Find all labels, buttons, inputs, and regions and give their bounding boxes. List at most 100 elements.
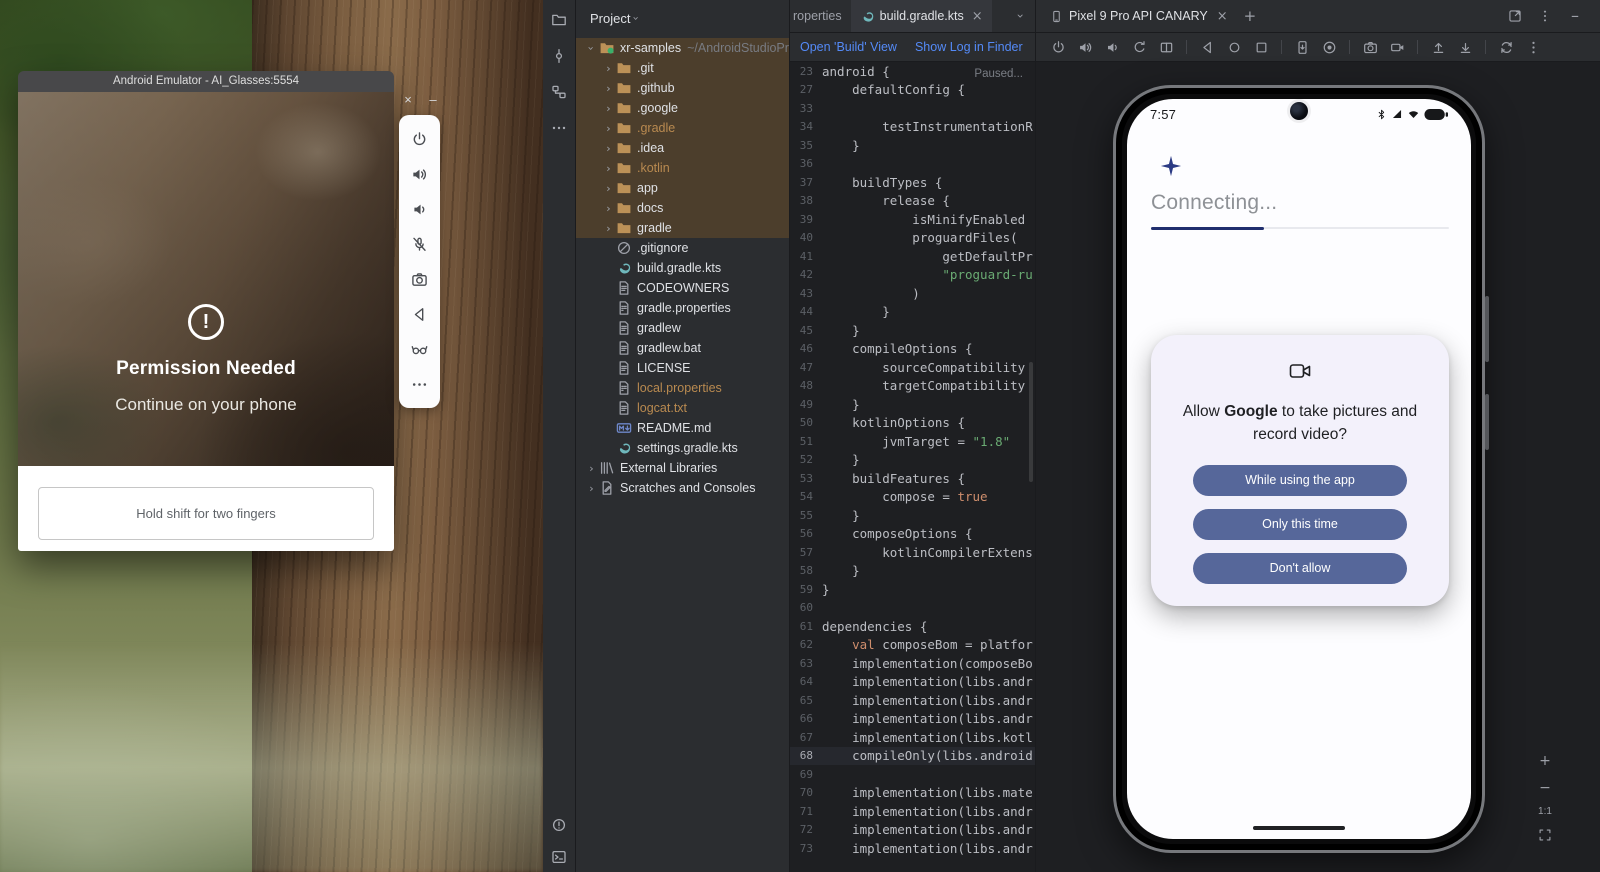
- rotate-button[interactable]: [1129, 37, 1149, 57]
- tree-item--git[interactable]: ›.git: [576, 58, 789, 78]
- tree-item-app[interactable]: ›app: [576, 178, 789, 198]
- power-button[interactable]: [1048, 37, 1068, 57]
- fold-button[interactable]: [1156, 37, 1176, 57]
- open-build-view-link[interactable]: Open 'Build' View: [800, 40, 897, 54]
- chevron-down-icon[interactable]: ›: [584, 43, 599, 54]
- camera-photo-button[interactable]: [408, 267, 432, 291]
- minimize-button[interactable]: –: [1566, 7, 1584, 25]
- dialog-button-don-t-allow[interactable]: Don't allow: [1193, 553, 1407, 584]
- code-line: 48 targetCompatibility: [790, 377, 1035, 396]
- tree-item-codeowners[interactable]: CODEOWNERS: [576, 278, 789, 298]
- volume-down-button[interactable]: [1102, 37, 1122, 57]
- chevron-down-icon[interactable]: ›: [631, 16, 642, 20]
- glasses-button[interactable]: [408, 337, 432, 361]
- minimize-icon[interactable]: –: [426, 92, 440, 107]
- home-button[interactable]: [1224, 37, 1244, 57]
- close-icon[interactable]: ×: [401, 92, 415, 107]
- tree-item-logcat-txt[interactable]: logcat.txt: [576, 398, 789, 418]
- chevron-right-icon[interactable]: ›: [601, 183, 616, 194]
- emulator-title-bar[interactable]: Android Emulator - AI_Glasses:5554: [18, 71, 394, 92]
- vcs-commit-button[interactable]: [548, 45, 570, 67]
- upload-button[interactable]: [1428, 37, 1448, 57]
- tree-item--gitignore[interactable]: .gitignore: [576, 238, 789, 258]
- tree-item-docs[interactable]: ›docs: [576, 198, 789, 218]
- tree-item--google[interactable]: ›.google: [576, 98, 789, 118]
- tree-item-xr-samples[interactable]: ›xr-samples~/AndroidStudioProj: [576, 38, 789, 58]
- show-log-in-finder-link[interactable]: Show Log in Finder: [915, 40, 1023, 54]
- emulator-window: Android Emulator - AI_Glasses:5554 ! Per…: [18, 71, 394, 551]
- phone-screen[interactable]: 7:57 Connecting... Allow Google to take …: [1127, 99, 1471, 839]
- chevron-right-icon[interactable]: ›: [601, 223, 616, 234]
- tree-item-local-properties[interactable]: local.properties: [576, 378, 789, 398]
- more-horiz-button[interactable]: [548, 117, 570, 139]
- problems-button[interactable]: [548, 814, 570, 836]
- minus-button[interactable]: −: [1536, 779, 1554, 797]
- volume-up-button[interactable]: [408, 162, 432, 186]
- gesture-bar[interactable]: [1253, 826, 1345, 830]
- tree-item-gradlew-bat[interactable]: gradlew.bat: [576, 338, 789, 358]
- emulator-screen[interactable]: ! Permission Needed Continue on your pho…: [18, 92, 394, 466]
- back-button[interactable]: [1197, 37, 1217, 57]
- more-vert-button[interactable]: [1523, 37, 1543, 57]
- tree-item-gradle-properties[interactable]: gradle.properties: [576, 298, 789, 318]
- chevron-right-icon[interactable]: ›: [601, 103, 616, 114]
- file-text-icon: [616, 400, 632, 416]
- device-tab-pixel-9-pro[interactable]: Pixel 9 Pro API CANARY ×: [1042, 0, 1236, 32]
- tree-item-build-gradle-kts[interactable]: build.gradle.kts: [576, 258, 789, 278]
- power-button[interactable]: [408, 127, 432, 151]
- screen-record-button[interactable]: [1319, 37, 1339, 57]
- more-vert-button[interactable]: [1536, 7, 1554, 25]
- chevron-right-icon[interactable]: ›: [601, 123, 616, 134]
- code-editor[interactable]: Paused... 23android {27 defaultConfig {3…: [790, 62, 1035, 872]
- forest-fog: [0, 642, 543, 872]
- tree-item--kotlin[interactable]: ›.kotlin: [576, 158, 789, 178]
- new-tab-icon[interactable]: +: [1236, 9, 1265, 24]
- chevron-right-icon[interactable]: ›: [601, 163, 616, 174]
- tree-item--idea[interactable]: ›.idea: [576, 138, 789, 158]
- volume-up-button[interactable]: [1075, 37, 1095, 57]
- chevron-right-icon[interactable]: ›: [601, 203, 616, 214]
- screenshot-button[interactable]: [1292, 37, 1312, 57]
- tab-gradle-properties[interactable]: roperties: [790, 0, 851, 32]
- project-panel-title[interactable]: Project: [590, 11, 630, 26]
- structure-button[interactable]: [548, 81, 570, 103]
- plus-button[interactable]: +: [1536, 752, 1554, 770]
- terminal-button[interactable]: [548, 846, 570, 868]
- code-text: }: [822, 304, 890, 319]
- close-tab-icon[interactable]: ×: [1217, 10, 1228, 23]
- tab-build-gradle-kts[interactable]: build.gradle.kts ×: [851, 0, 992, 32]
- zoom-level-label[interactable]: 1:1: [1538, 806, 1552, 817]
- tree-item-gradlew[interactable]: gradlew: [576, 318, 789, 338]
- chevron-right-icon[interactable]: ›: [601, 143, 616, 154]
- chevron-right-icon[interactable]: ›: [584, 483, 599, 494]
- dialog-button-only-this-time[interactable]: Only this time: [1193, 509, 1407, 540]
- volume-down-button[interactable]: [408, 197, 432, 221]
- editor-scrollbar[interactable]: [1029, 362, 1033, 482]
- mic-off-button[interactable]: [408, 232, 432, 256]
- tree-item-license[interactable]: LICENSE: [576, 358, 789, 378]
- tab-list-chevron-icon[interactable]: ›: [1006, 9, 1035, 23]
- back-button[interactable]: [408, 302, 432, 326]
- open-window-button[interactable]: [1506, 7, 1524, 25]
- fit-screen-button[interactable]: [1536, 826, 1554, 844]
- overview-button[interactable]: [1251, 37, 1271, 57]
- tree-item-settings-gradle-kts[interactable]: settings.gradle.kts: [576, 438, 789, 458]
- tree-item-readme-md[interactable]: README.md: [576, 418, 789, 438]
- dialog-button-while-using-the-app[interactable]: While using the app: [1193, 465, 1407, 496]
- chevron-right-icon[interactable]: ›: [601, 63, 616, 74]
- sync-button[interactable]: [1496, 37, 1516, 57]
- project-folder-button[interactable]: [548, 9, 570, 31]
- more-horiz-button[interactable]: [408, 372, 432, 396]
- download-button[interactable]: [1455, 37, 1475, 57]
- tree-item-external-libraries[interactable]: ›External Libraries: [576, 458, 789, 478]
- chevron-right-icon[interactable]: ›: [601, 83, 616, 94]
- close-tab-icon[interactable]: ×: [972, 10, 983, 23]
- code-text: sourceCompatibility: [822, 360, 1025, 375]
- tree-item-gradle[interactable]: ›gradle: [576, 218, 789, 238]
- video-button[interactable]: [1387, 37, 1407, 57]
- chevron-right-icon[interactable]: ›: [584, 463, 599, 474]
- tree-item--gradle[interactable]: ›.gradle: [576, 118, 789, 138]
- tree-item-scratches-and-consoles[interactable]: ›Scratches and Consoles: [576, 478, 789, 498]
- camera-photo-button[interactable]: [1360, 37, 1380, 57]
- tree-item--github[interactable]: ›.github: [576, 78, 789, 98]
